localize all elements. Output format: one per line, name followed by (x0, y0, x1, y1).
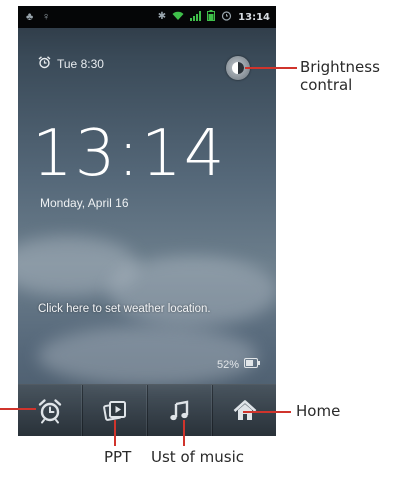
battery-percent: 52% (216, 358, 239, 371)
music-note-icon (169, 400, 188, 421)
phone-screen: ♣ ♀ ✱ 13:14 Tue 8:30 13:14 Monday, April… (18, 6, 276, 436)
status-indicators: ✱ 13:14 (158, 10, 270, 24)
lockscreen-date: Monday, April 16 (40, 196, 129, 210)
usb-debug-icon: ♀ (42, 11, 51, 23)
status-clock: 13:14 (238, 11, 270, 23)
charging-icon (244, 358, 260, 371)
lockscreen-clock: 13:14 (32, 117, 227, 191)
brightness-icon (232, 62, 244, 74)
home-callout-label: Home (296, 402, 341, 420)
ppt-callout-line (114, 420, 116, 446)
alarm-dock-button[interactable] (18, 385, 82, 436)
ppt-callout-label: PPT (104, 448, 132, 466)
status-bar: ♣ ♀ ✱ 13:14 (18, 6, 276, 28)
notification-icon: ♣ (26, 11, 34, 23)
alarm-clock-icon (38, 399, 61, 424)
brightness-callout-label: Brightness contral (300, 58, 380, 94)
alarm-clock-icon (38, 56, 51, 72)
battery-indicator: 52% (217, 358, 260, 371)
annotated-screenshot: ♣ ♀ ✱ 13:14 Tue 8:30 13:14 Monday, April… (0, 0, 416, 495)
next-alarm-label: Tue 8:30 (57, 57, 104, 71)
lockscreen-dock (18, 384, 276, 436)
bluetooth-icon: ✱ (157, 11, 167, 22)
wifi-icon (172, 8, 184, 26)
cloud-decoration (38, 326, 258, 386)
next-alarm: Tue 8:30 (38, 56, 104, 72)
music-dock-button[interactable] (147, 385, 212, 436)
music-callout-line (183, 420, 185, 446)
brightness-callout-line (245, 67, 297, 69)
alarm-status-icon (221, 8, 232, 26)
alarm-callout-line (0, 408, 36, 410)
home-callout-line (243, 411, 291, 413)
music-callout-label: Ust of music (151, 448, 245, 466)
weather-location-link[interactable]: Click here to set weather location. (38, 303, 211, 315)
signal-icon (190, 8, 202, 26)
cloud-decoration (108, 256, 276, 326)
battery-status-icon (207, 8, 216, 26)
